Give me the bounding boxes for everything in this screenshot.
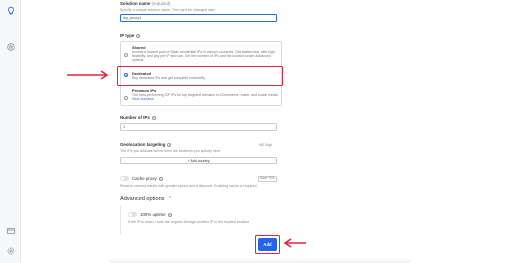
info-icon: i	[167, 142, 172, 147]
geolocation-label: Geolocation targeting i	[120, 142, 172, 147]
num-ips-input[interactable]: 1	[120, 123, 277, 131]
radio-premium[interactable]	[124, 96, 128, 100]
ip-type-label: IP type i	[120, 33, 141, 38]
card-icon[interactable]	[6, 226, 16, 236]
cache-proxy-label-text: Cache proxy	[132, 176, 157, 181]
arrow-left-icon	[283, 238, 306, 248]
cache-proxy-label: Cache proxy i	[132, 176, 163, 181]
view-domains-link[interactable]: View domains	[132, 97, 154, 101]
add-country-button[interactable]: + Add country	[120, 157, 277, 164]
required-tag: (required)	[151, 1, 171, 6]
num-ips-label: Number of IPs i	[120, 115, 156, 120]
ip-type-option-shared[interactable]: Shared Access a shared pool of Static re…	[121, 44, 281, 64]
uptime-label-text: 100% uptime	[140, 212, 166, 217]
highlight-dedicated	[117, 66, 283, 86]
option-desc-text: The best-performing ISP IPs for top targ…	[132, 92, 279, 97]
advanced-divider	[120, 206, 121, 234]
ip-type-label-text: IP type	[120, 33, 135, 38]
geolocation-price: +$0.5/gb	[258, 142, 273, 147]
geolocation-label-text: Geolocation targeting	[120, 142, 166, 147]
cache-proxy-help: Receive cached results with greater spee…	[120, 184, 257, 188]
option-desc: Access a shared pool of Static residenti…	[132, 49, 275, 63]
advanced-options-title-text: Advanced options	[120, 196, 165, 202]
save-badge: Save 70%	[258, 176, 277, 182]
bulb-icon[interactable]	[6, 6, 16, 16]
uptime-toggle[interactable]	[128, 212, 137, 217]
solution-name-input[interactable]: isp_proxy1	[120, 14, 277, 22]
gear-icon[interactable]	[6, 246, 16, 256]
option-desc: The best-performing ISP IPs for top targ…	[132, 93, 280, 102]
solution-name-label: Solution name (required)	[120, 1, 171, 6]
info-icon: i	[167, 212, 172, 217]
add-button[interactable]: Add	[258, 238, 277, 251]
info-icon: i	[158, 176, 163, 181]
uptime-label: 100% uptime i	[140, 212, 172, 217]
info-icon: i	[151, 115, 156, 120]
num-ips-label-text: Number of IPs	[120, 115, 150, 120]
settings-icon[interactable]	[6, 42, 16, 52]
cache-proxy-toggle[interactable]	[120, 176, 129, 181]
radio-shared[interactable]	[124, 53, 128, 57]
solution-name-label-text: Solution name	[120, 1, 151, 6]
footer-shadow	[110, 257, 410, 263]
geolocation-help: The IPs you allocate will be from the lo…	[120, 149, 221, 153]
advanced-options-title[interactable]: Advanced options ⌃	[120, 196, 172, 202]
info-icon: i	[136, 33, 141, 38]
chevron-up-icon: ⌃	[168, 196, 173, 202]
uptime-help: If the IP is down, route the request thr…	[128, 220, 250, 224]
ip-type-option-premium[interactable]: Premium IPs The best-performing ISP IPs …	[121, 87, 281, 105]
solution-name-help: Specify a unique solution name. This can…	[120, 7, 216, 12]
sidebar	[0, 0, 21, 263]
arrow-right-icon	[67, 70, 109, 80]
